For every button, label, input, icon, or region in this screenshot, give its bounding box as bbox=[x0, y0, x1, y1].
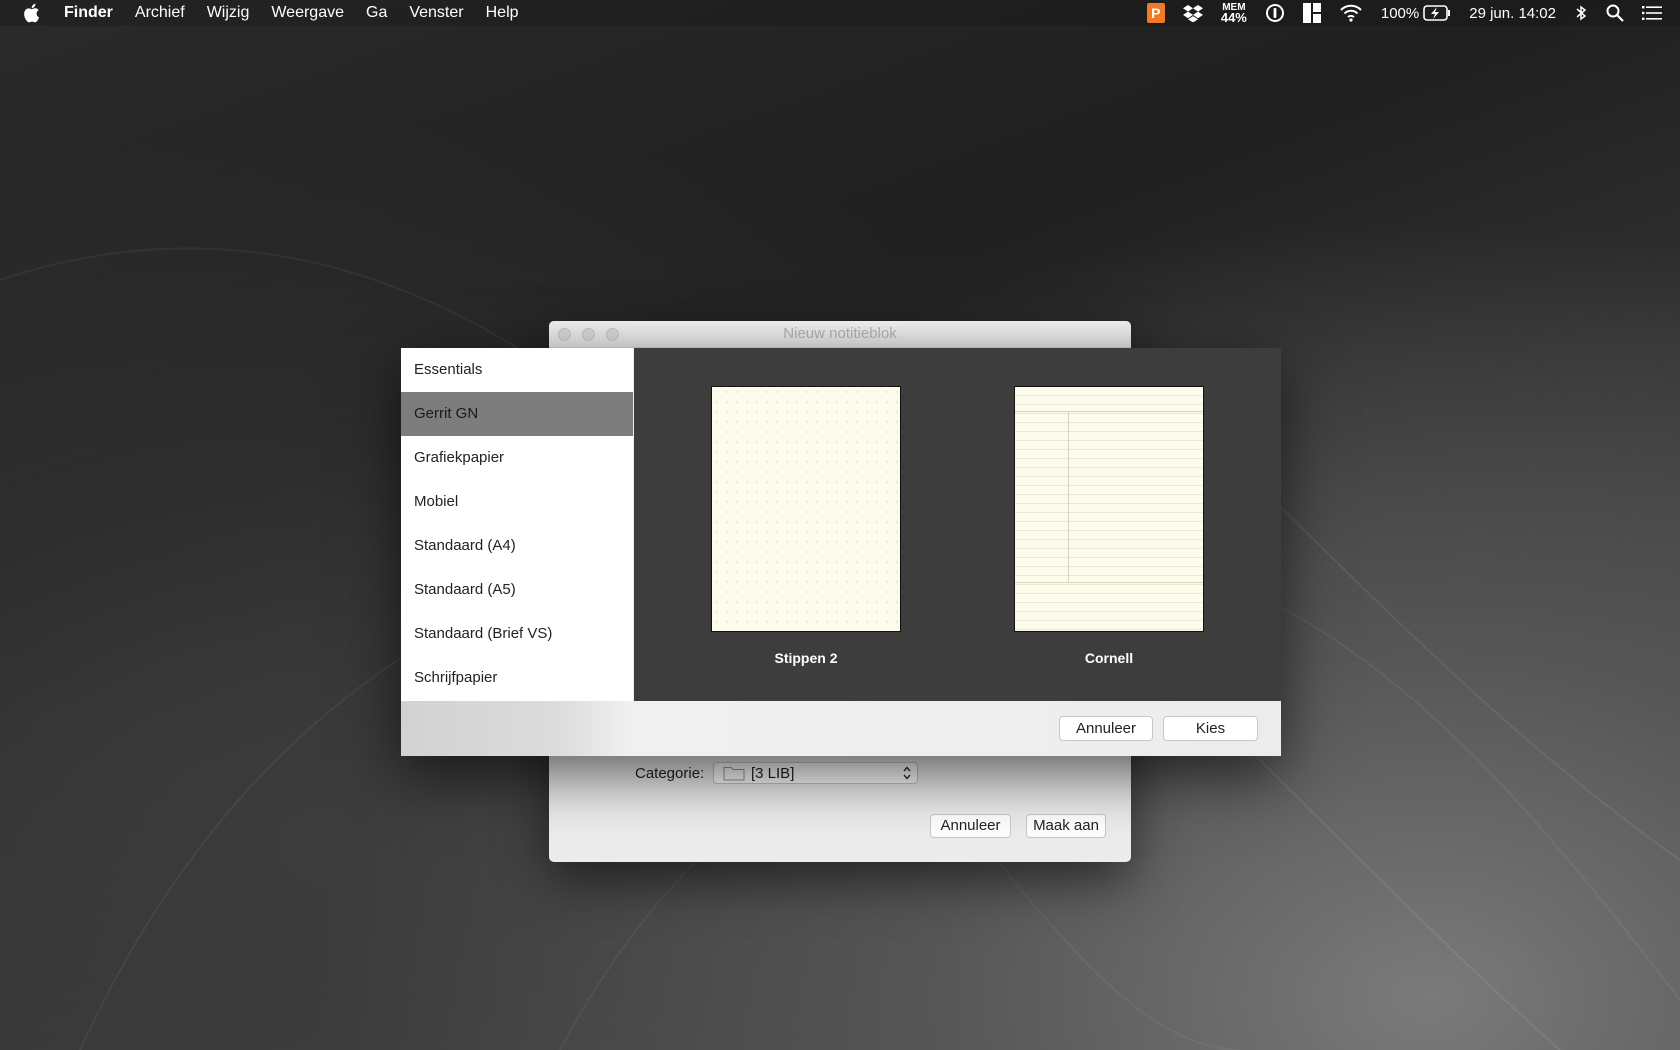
back-cancel-button[interactable]: Annuleer bbox=[930, 814, 1011, 838]
memory-value: 44% bbox=[1220, 10, 1247, 25]
template-name: Stippen 2 bbox=[774, 650, 838, 666]
category-item-gerrit-gn[interactable]: Gerrit GN bbox=[401, 392, 633, 436]
status-area: P MEM 44% 100% 29 jun. 14:02 bbox=[1146, 0, 1680, 26]
folder-icon bbox=[723, 767, 745, 781]
template-thumbnail-cornell[interactable] bbox=[1014, 386, 1204, 632]
category-item-schrijfpapier[interactable]: Schrijfpapier bbox=[401, 656, 633, 700]
cornell-header-line bbox=[1015, 411, 1203, 412]
cornell-summary-line bbox=[1015, 582, 1203, 583]
menu-app-finder[interactable]: Finder bbox=[64, 4, 113, 22]
menu-wijzig[interactable]: Wijzig bbox=[207, 4, 250, 22]
battery-charging-icon[interactable] bbox=[1423, 5, 1451, 21]
spotlight-search-icon[interactable] bbox=[1606, 4, 1624, 22]
menu-weergave[interactable]: Weergave bbox=[271, 4, 344, 22]
apple-menu-icon[interactable] bbox=[22, 2, 42, 24]
cornell-cue-column-line bbox=[1068, 411, 1069, 583]
category-value: [3 LIB] bbox=[751, 764, 795, 782]
zoom-window-button[interactable] bbox=[606, 328, 619, 341]
template-stippen-2[interactable]: Stippen 2 bbox=[711, 386, 901, 666]
p-badge-letter: P bbox=[1151, 5, 1161, 21]
sheet-footer: Annuleer Kies bbox=[401, 701, 1281, 756]
create-button[interactable]: Maak aan bbox=[1026, 814, 1106, 838]
category-item-standaard-brief-vs[interactable]: Standaard (Brief VS) bbox=[401, 612, 633, 656]
category-list: Essentials Gerrit GN Grafiekpapier Mobie… bbox=[401, 348, 633, 701]
clock[interactable]: 29 jun. 14:02 bbox=[1469, 5, 1556, 22]
choose-button[interactable]: Kies bbox=[1163, 716, 1258, 741]
menu-venster[interactable]: Venster bbox=[409, 4, 463, 22]
memory-indicator[interactable]: MEM 44% bbox=[1220, 3, 1247, 25]
template-picker-sheet: Essentials Gerrit GN Grafiekpapier Mobie… bbox=[401, 348, 1281, 756]
template-preview-area: Stippen 2 Cornell bbox=[634, 348, 1281, 701]
dropbox-icon[interactable] bbox=[1182, 4, 1203, 22]
sheet-cancel-button[interactable]: Annuleer bbox=[1059, 716, 1153, 741]
wifi-icon[interactable] bbox=[1339, 4, 1363, 22]
menu-help[interactable]: Help bbox=[486, 4, 519, 22]
menu-ga[interactable]: Ga bbox=[366, 4, 387, 22]
template-name: Cornell bbox=[1084, 650, 1134, 666]
template-cornell[interactable]: Cornell bbox=[1014, 386, 1204, 666]
category-item-standaard-a4[interactable]: Standaard (A4) bbox=[401, 524, 633, 568]
p-app-icon[interactable]: P bbox=[1146, 3, 1165, 23]
menu-bar: Finder Archief Wijzig Weergave Ga Venste… bbox=[0, 0, 1680, 26]
category-item-essentials[interactable]: Essentials bbox=[401, 348, 633, 392]
minimize-window-button[interactable] bbox=[582, 328, 595, 341]
close-window-button[interactable] bbox=[558, 328, 571, 341]
window-titlebar: Nieuw notitieblok bbox=[549, 321, 1131, 348]
window-title: Nieuw notitieblok bbox=[783, 325, 897, 342]
chevron-updown-icon bbox=[903, 766, 911, 780]
layout-grid-icon[interactable] bbox=[1302, 3, 1321, 23]
ruled-lines bbox=[1015, 387, 1203, 631]
category-label: Categorie: bbox=[635, 765, 705, 782]
onepassword-icon[interactable] bbox=[1265, 3, 1285, 23]
menu-archief[interactable]: Archief bbox=[135, 4, 185, 22]
battery-percentage: 100% bbox=[1380, 4, 1420, 22]
category-select[interactable]: [3 LIB] bbox=[713, 762, 918, 784]
bluetooth-icon[interactable] bbox=[1574, 4, 1588, 22]
category-item-grafiekpapier[interactable]: Grafiekpapier bbox=[401, 436, 633, 480]
dot-pattern bbox=[712, 387, 900, 631]
notification-center-icon[interactable] bbox=[1642, 5, 1662, 21]
category-item-mobiel[interactable]: Mobiel bbox=[401, 480, 633, 524]
category-item-standaard-a5[interactable]: Standaard (A5) bbox=[401, 568, 633, 612]
template-thumbnail-dots[interactable] bbox=[711, 386, 901, 632]
